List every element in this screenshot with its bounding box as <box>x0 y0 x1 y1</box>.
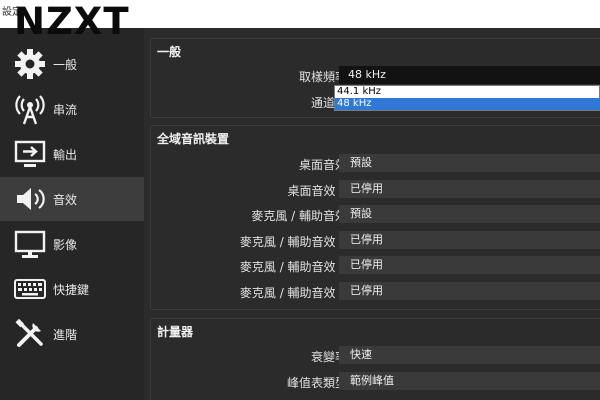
sidebar-item-label: 音效 <box>53 192 78 207</box>
settings-content: 一般 取樣頻率 48 kHz 通道數 全域音訊裝置 桌面音效 預設 桌面音效 2… <box>144 28 600 400</box>
desktop-audio-select[interactable]: 預設 <box>339 154 600 172</box>
sample-rate-select[interactable]: 48 kHz <box>339 66 600 84</box>
sidebar-item-label: 串流 <box>53 102 78 117</box>
sample-rate-dropdown-list: 44.1 kHz 48 kHz <box>334 85 600 111</box>
settings-sidebar: 一般 串流 輸出 音效 影像 快捷鍵 進階 <box>0 28 144 400</box>
keyboard-icon <box>14 273 46 305</box>
meters-group: 計量器 衰變率 快速 峰值表類型 範例峰值 <box>150 318 600 400</box>
monitor-icon <box>14 228 46 260</box>
gear-icon <box>14 48 46 80</box>
sidebar-item-general[interactable]: 一般 <box>0 42 144 86</box>
mic-aux-audio-4-select[interactable]: 已停用 <box>339 282 600 300</box>
nzxt-watermark-logo: NZXT <box>14 0 130 43</box>
sidebar-item-label: 快捷鍵 <box>53 282 90 297</box>
mic-aux-audio-select[interactable]: 預設 <box>339 205 600 223</box>
mic-aux-audio-2-select[interactable]: 已停用 <box>339 231 600 249</box>
global-audio-devices-group: 全域音訊裝置 桌面音效 預設 桌面音效 2 已停用 麥克風 / 輔助音效 預設 … <box>150 125 600 310</box>
sidebar-item-audio[interactable]: 音效 <box>0 177 144 221</box>
mic-aux-audio-3-select[interactable]: 已停用 <box>339 256 600 274</box>
mic-aux-audio-2-label: 麥克風 / 輔助音效 2 <box>239 235 347 249</box>
sidebar-item-label: 一般 <box>53 57 78 72</box>
sidebar-item-label: 進階 <box>53 327 78 342</box>
sidebar-item-output[interactable]: 輸出 <box>0 132 144 176</box>
sidebar-item-advanced[interactable]: 進階 <box>0 312 144 356</box>
sidebar-item-label: 影像 <box>53 237 78 252</box>
mic-aux-audio-3-label: 麥克風 / 輔助音效 3 <box>239 260 347 274</box>
tools-icon <box>14 318 46 350</box>
speaker-icon <box>14 183 46 215</box>
sidebar-item-label: 輸出 <box>53 147 78 162</box>
output-icon <box>14 138 46 170</box>
group-title: 全域音訊裝置 <box>157 132 230 146</box>
mic-aux-audio-4-label: 麥克風 / 輔助音效 4 <box>239 286 347 300</box>
mic-aux-audio-label: 麥克風 / 輔助音效 <box>251 209 347 223</box>
decay-rate-select[interactable]: 快速 <box>339 346 600 364</box>
dropdown-option-44-1-khz[interactable]: 44.1 kHz <box>335 86 600 98</box>
broadcast-icon <box>14 93 46 125</box>
group-title: 一般 <box>157 45 182 59</box>
group-title: 計量器 <box>157 325 194 339</box>
peak-meter-type-select[interactable]: 範例峰值 <box>339 372 600 390</box>
sidebar-item-stream[interactable]: 串流 <box>0 87 144 131</box>
sidebar-item-hotkeys[interactable]: 快捷鍵 <box>0 267 144 311</box>
desktop-audio-2-select[interactable]: 已停用 <box>339 180 600 198</box>
peak-meter-type-label: 峰值表類型 <box>286 376 347 390</box>
dropdown-option-48-khz[interactable]: 48 kHz <box>335 98 600 110</box>
sidebar-item-video[interactable]: 影像 <box>0 222 144 266</box>
